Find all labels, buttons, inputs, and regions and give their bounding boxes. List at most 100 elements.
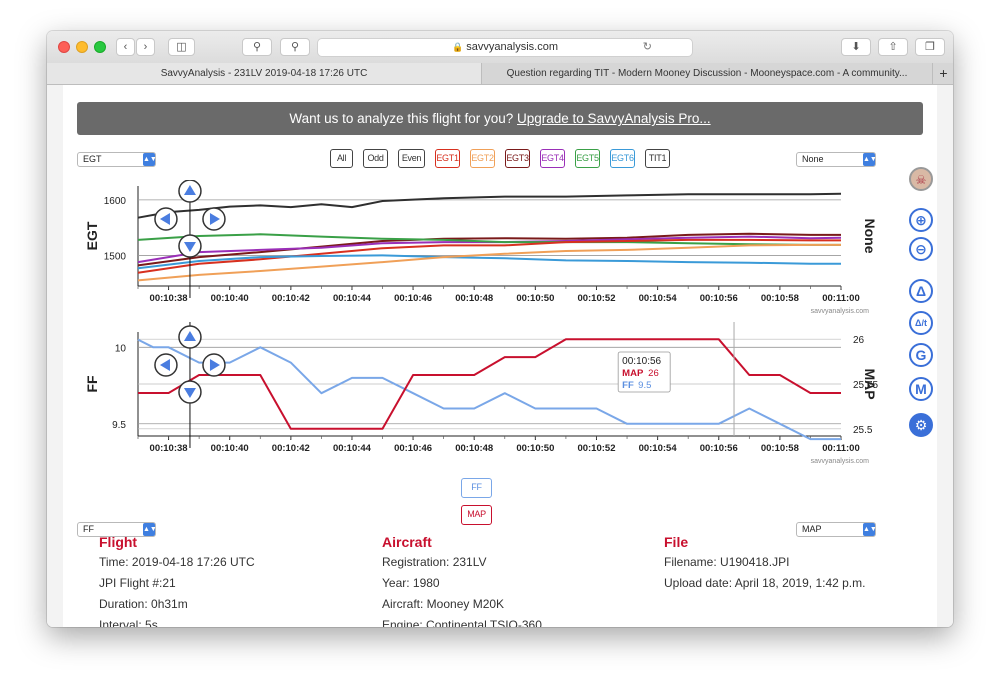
filter-egt5-button[interactable]: EGT5 xyxy=(575,149,600,168)
sidebar-icon: ◫ xyxy=(176,41,187,53)
filter-all-button[interactable]: All xyxy=(330,149,353,168)
search-button[interactable]: ⚲ xyxy=(280,38,310,56)
zoom-out-icon: ⊖ xyxy=(915,241,927,257)
browser-window: ‹ › ◫ ⚲ ⚲ 🔒 savvyanalysis.com ↻ ⬇ ⇧ ❐ Sa… xyxy=(47,31,953,627)
tab-mooneyspace[interactable]: Question regarding TIT - Modern Mooney D… xyxy=(482,63,932,84)
x-tick-label: 00:10:58 xyxy=(761,293,799,304)
legend-ff-button[interactable]: FF xyxy=(461,478,492,498)
left-axis-select-top[interactable]: EGT ▲▼ xyxy=(77,152,157,167)
pan-down-button[interactable] xyxy=(178,234,202,258)
x-tick-label: 00:10:54 xyxy=(639,443,678,454)
filter-egt6-button[interactable]: EGT6 xyxy=(610,149,635,168)
tooltip-ff-label: FF xyxy=(622,380,634,391)
ff-map-chart[interactable]: 9.51025.525.752600:10:38 00:10:40 00:10:42… xyxy=(63,322,893,467)
upgrade-banner: Want us to analyze this flight for you? … xyxy=(77,102,923,135)
pan-down-button[interactable] xyxy=(178,380,202,404)
filter-egt4-button[interactable]: EGT4 xyxy=(540,149,565,168)
x-tick-label: 00:10:48 xyxy=(455,293,493,304)
browser-toolbar: ‹ › ◫ ⚲ ⚲ 🔒 savvyanalysis.com ↻ ⬇ ⇧ ❐ xyxy=(47,31,953,64)
delta-per-time-button[interactable]: Δ/t xyxy=(909,311,933,335)
page: Want us to analyze this flight for you? … xyxy=(63,85,937,627)
file-name: Filename: U190418.JPI xyxy=(664,555,790,569)
x-tick-label: 00:10:42 xyxy=(272,443,310,454)
x-tick-label: 00:10:40 xyxy=(211,293,249,304)
pan-up-button[interactable] xyxy=(178,180,202,203)
search-icon: ⚲ xyxy=(290,41,300,53)
filter-egt2-button[interactable]: EGT2 xyxy=(470,149,495,168)
y-axis-label: EGT xyxy=(84,221,100,250)
forward-button[interactable]: › xyxy=(136,38,155,56)
settings-button[interactable]: ⚙ xyxy=(909,413,933,437)
aircraft-registration: Registration: 231LV xyxy=(382,555,487,569)
flight-info: Flight Time: 2019-04-18 17:26 UTC JPI Fl… xyxy=(99,532,255,627)
x-tick-label: 00:10:40 xyxy=(211,443,249,454)
x-tick-label: 00:11:00 xyxy=(822,443,860,454)
back-button[interactable]: ‹ xyxy=(116,38,135,56)
filter-odd-button[interactable]: Odd xyxy=(363,149,388,168)
x-tick-label: 00:10:56 xyxy=(700,443,738,454)
zoom-in-button[interactable]: ⊕ xyxy=(909,208,933,232)
chevron-left-icon: ‹ xyxy=(123,41,128,53)
zoom-window-button[interactable] xyxy=(94,41,106,53)
series-line xyxy=(137,254,841,270)
chevron-down-icon: ▲▼ xyxy=(143,153,157,166)
filter-even-button[interactable]: Even xyxy=(398,149,425,168)
x-tick-label: 00:10:46 xyxy=(394,293,432,304)
close-window-button[interactable] xyxy=(58,41,70,53)
egt-chart[interactable]: 1500 1600 00:10:38 00:10:40 00:10:42 00:10:44… xyxy=(63,180,893,320)
banner-text: Want us to analyze this flight for you? xyxy=(289,111,514,126)
m-icon: M xyxy=(915,381,927,397)
new-tab-button[interactable]: + xyxy=(932,63,953,84)
x-tick-label: 00:10:48 xyxy=(455,443,493,454)
y2-axis-label: MAP xyxy=(862,368,878,399)
x-tick-label: 00:10:52 xyxy=(577,443,615,454)
share-button[interactable]: ⇧ xyxy=(878,38,908,56)
pilot-avatar[interactable]: ☠ xyxy=(909,167,933,191)
tab-savvyanalysis[interactable]: SavvyAnalysis - 231LV 2019-04-18 17:26 U… xyxy=(47,63,482,84)
y2-tick-label: 26 xyxy=(853,335,865,346)
sidebar-button[interactable]: ◫ xyxy=(168,38,195,56)
x-tick-label: 00:10:52 xyxy=(577,293,615,304)
chart-credit: savvyanalysis.com xyxy=(811,458,870,465)
tabs-overview-button[interactable]: ❐ xyxy=(915,38,945,56)
left-axis-select-bottom-value: FF xyxy=(83,524,94,534)
y-tick-label: 10 xyxy=(115,343,127,354)
mooney-button[interactable]: M xyxy=(909,377,933,401)
x-tick-label: 00:10:38 xyxy=(150,443,188,454)
flight-duration: Duration: 0h31m xyxy=(99,597,188,611)
reload-icon[interactable]: ↻ xyxy=(643,39,652,56)
x-tick-label: 00:11:00 xyxy=(822,293,860,304)
y-tick-label: 1600 xyxy=(104,196,127,207)
address-bar[interactable]: 🔒 savvyanalysis.com ↻ xyxy=(317,38,693,57)
y2-tick-label: 25.5 xyxy=(853,425,873,436)
flight-heading: Flight xyxy=(99,534,138,550)
zoom-button[interactable]: ⚲ xyxy=(242,38,272,56)
pan-right-button[interactable] xyxy=(202,353,226,377)
legend-map-button[interactable]: MAP xyxy=(461,505,492,525)
flight-number: JPI Flight #:21 xyxy=(99,576,176,590)
zoom-out-button[interactable]: ⊖ xyxy=(909,237,933,261)
downloads-button[interactable]: ⬇ xyxy=(841,38,871,56)
flight-interval: Interval: 5s xyxy=(99,618,158,627)
filter-tit1-button[interactable]: TIT1 xyxy=(645,149,670,168)
pan-left-button[interactable] xyxy=(154,207,178,231)
x-tick-label: 00:10:50 xyxy=(516,443,554,454)
x-tick-label: 00:10:44 xyxy=(333,443,372,454)
delta-per-time-icon: Δ/t xyxy=(915,318,927,328)
file-upload-date: Upload date: April 18, 2019, 1:42 p.m. xyxy=(664,576,866,590)
right-axis-select-top[interactable]: None ▲▼ xyxy=(796,152,877,167)
left-axis-select-top-value: EGT xyxy=(83,154,102,164)
tooltip-ff-value: 9.5 xyxy=(638,380,651,391)
pan-left-button[interactable] xyxy=(154,353,178,377)
minimize-window-button[interactable] xyxy=(76,41,88,53)
x-tick-label: 00:10:42 xyxy=(272,293,310,304)
gami-button[interactable]: G xyxy=(909,343,933,367)
pan-right-button[interactable] xyxy=(202,207,226,231)
delta-button[interactable]: Δ xyxy=(909,279,933,303)
aircraft-year: Year: 1980 xyxy=(382,576,440,590)
filter-egt3-button[interactable]: EGT3 xyxy=(505,149,530,168)
upgrade-link[interactable]: Upgrade to SavvyAnalysis Pro... xyxy=(517,111,711,126)
pan-up-button[interactable] xyxy=(178,325,202,349)
url-text: savvyanalysis.com xyxy=(466,41,558,53)
filter-egt1-button[interactable]: EGT1 xyxy=(435,149,460,168)
